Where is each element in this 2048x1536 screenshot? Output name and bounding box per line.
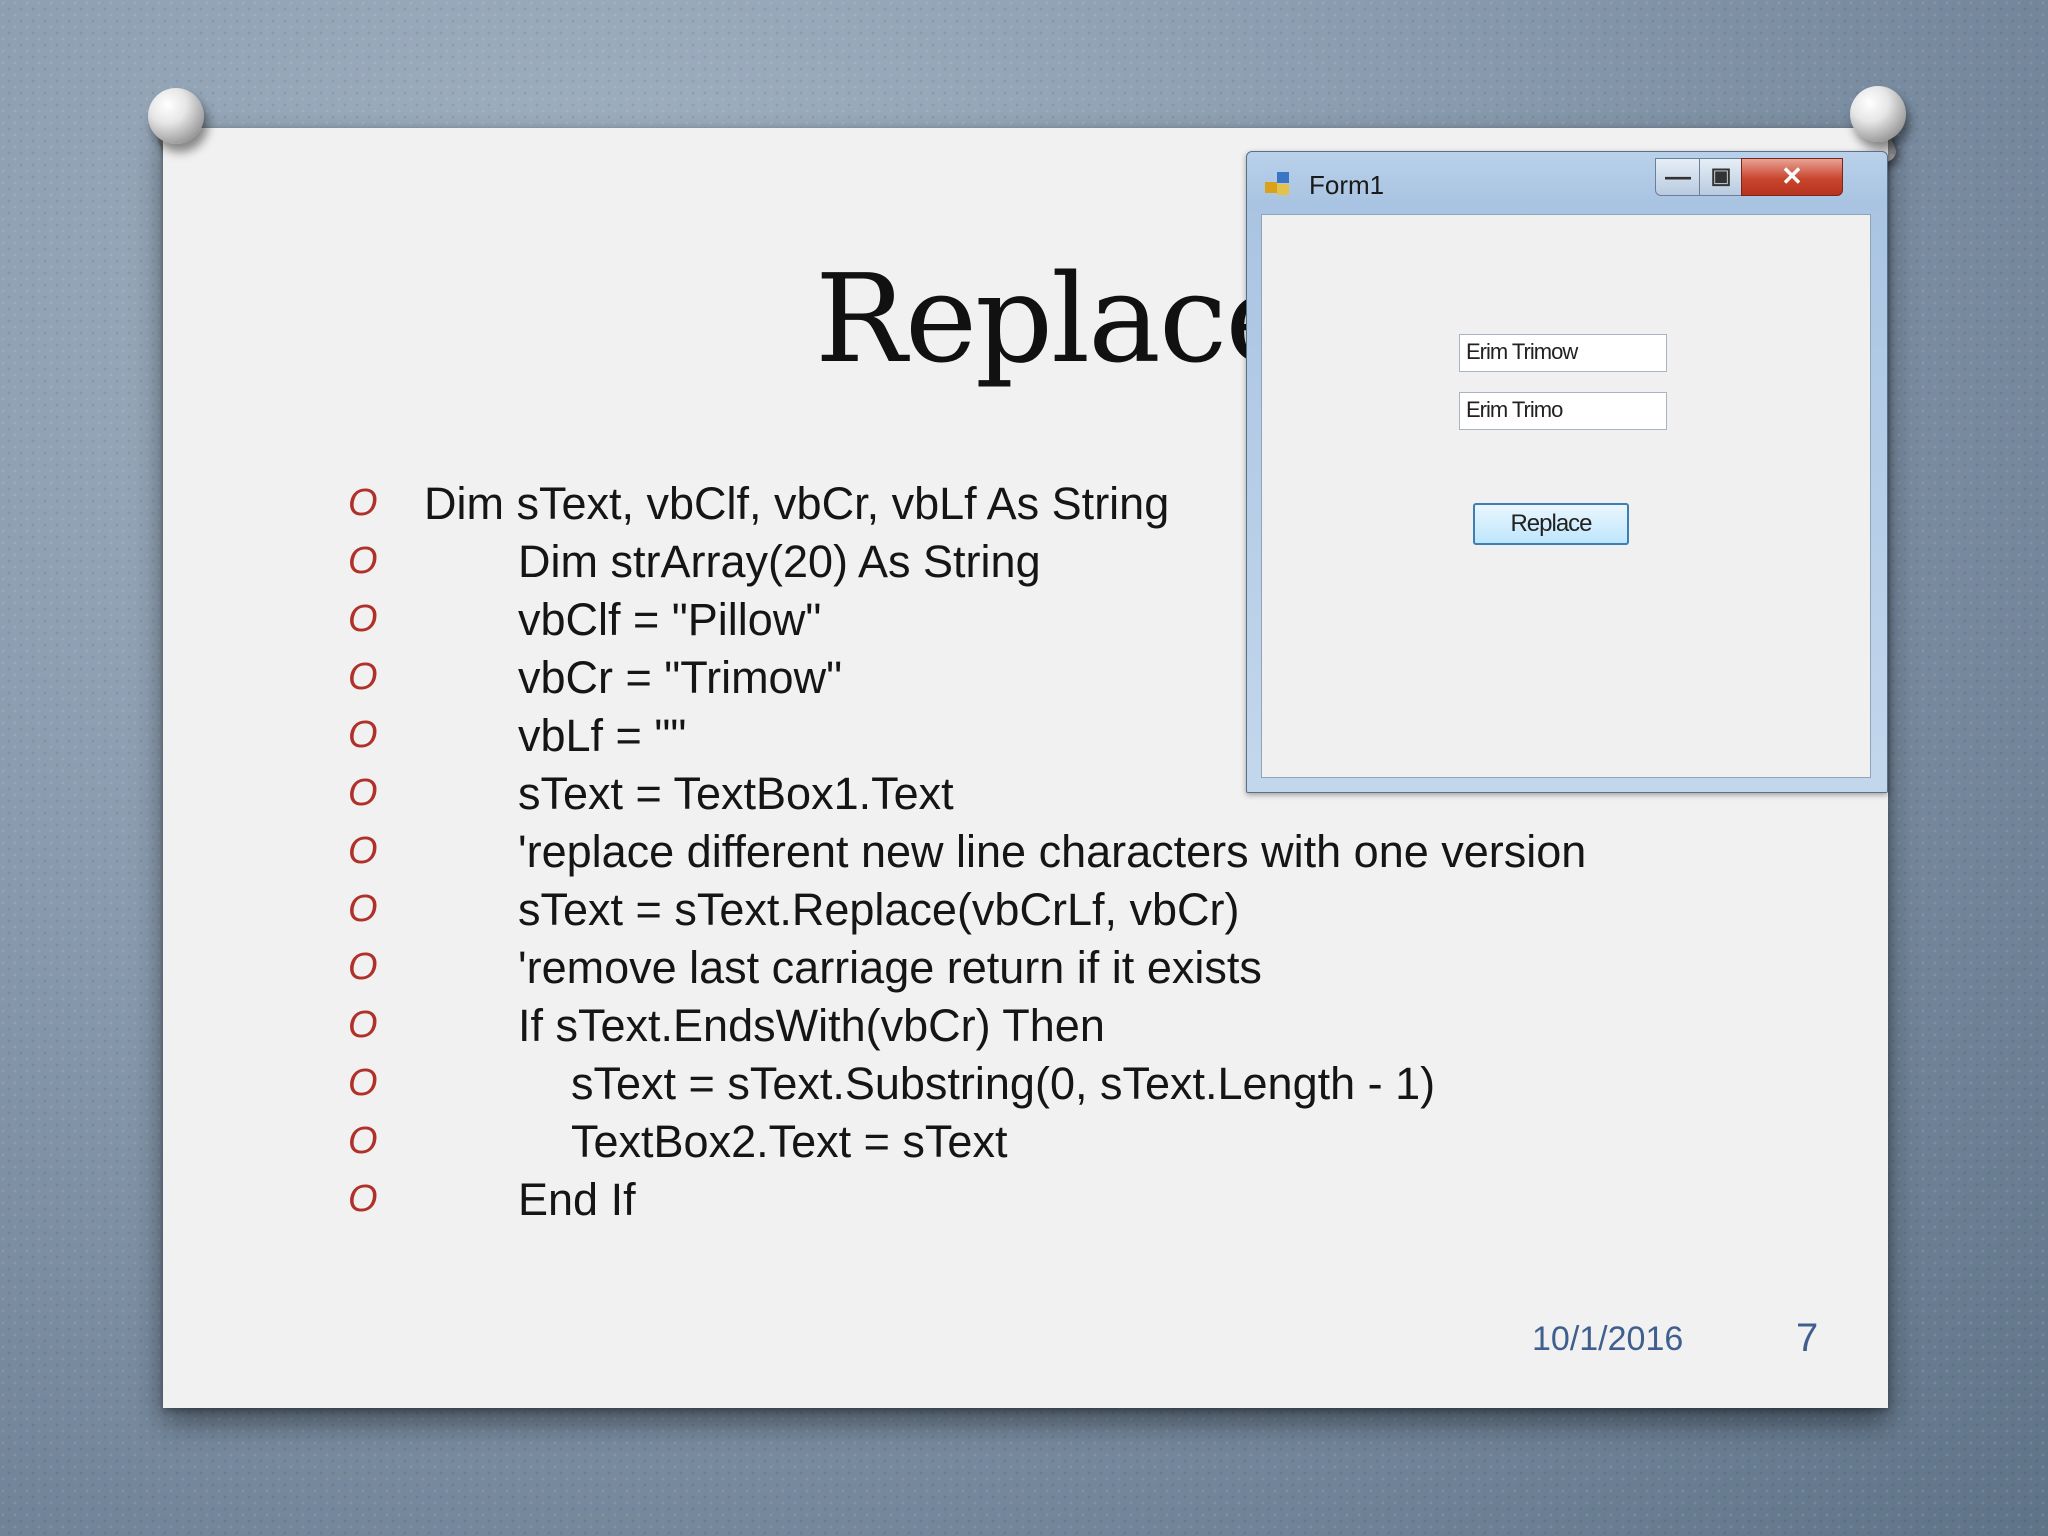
bullet-icon: O: [348, 656, 378, 698]
code-line-text: Dim strArray(20) As String: [518, 536, 1041, 587]
code-line-text: sText = sText.Replace(vbCrLf, vbCr): [518, 884, 1240, 935]
bullet-icon: O: [348, 482, 378, 524]
minimize-icon: —: [1665, 161, 1691, 191]
maximize-icon: ▣: [1710, 163, 1732, 188]
code-line-text: TextBox2.Text = sText: [571, 1116, 1008, 1167]
bullet-icon: O: [348, 830, 378, 872]
code-line-text: 'remove last carriage return if it exist…: [518, 942, 1262, 993]
slide-title: Replace: [815, 248, 1297, 390]
form-client-area: Erim Trimow Erim Trimo Replace: [1261, 214, 1871, 778]
slide-page-number: 7: [1796, 1316, 1819, 1360]
code-line-text: sText = sText.Substring(0, sText.Length …: [571, 1058, 1436, 1109]
close-button[interactable]: ✕: [1741, 158, 1843, 196]
close-icon: ✕: [1781, 161, 1803, 191]
bullet-icon: O: [348, 714, 378, 756]
replace-button[interactable]: Replace: [1473, 503, 1629, 545]
bullet-icon: O: [348, 1062, 378, 1104]
bullet-icon: O: [348, 598, 378, 640]
code-line-text: If sText.EndsWith(vbCr) Then: [518, 1000, 1105, 1051]
pushpin-left-icon: [148, 88, 204, 144]
maximize-button[interactable]: ▣: [1699, 158, 1743, 196]
bullet-icon: O: [348, 1178, 378, 1220]
bullet-icon: O: [348, 946, 378, 988]
code-line-text: vbLf = "": [518, 710, 687, 761]
slide-date: 10/1/2016: [1532, 1320, 1684, 1358]
form-app-icon: [1265, 172, 1293, 198]
textbox1-input[interactable]: Erim Trimow: [1459, 334, 1667, 372]
code-line-text: vbClf = "Pillow": [518, 594, 822, 645]
textbox2-input[interactable]: Erim Trimo: [1459, 392, 1667, 430]
code-line-text: sText = TextBox1.Text: [518, 768, 954, 819]
window-title: Form1: [1309, 170, 1385, 200]
bullet-icon: O: [348, 772, 378, 814]
code-line-text: 'replace different new line characters w…: [518, 826, 1587, 877]
bullet-icon: O: [348, 540, 378, 582]
bullet-icon: O: [348, 1120, 378, 1162]
code-line-text: Dim sText, vbClf, vbCr, vbLf As String: [424, 478, 1170, 529]
bullet-icon: O: [348, 1004, 378, 1046]
minimize-button[interactable]: —: [1655, 158, 1701, 196]
code-line-text: vbCr = "Trimow": [518, 652, 843, 703]
form1-window: Form1 — ▣ ✕ Erim Trimow Erim Trimo Repla…: [1246, 151, 1888, 793]
code-line-text: End If: [518, 1174, 636, 1225]
pushpin-right-icon: [1850, 86, 1906, 142]
bullet-icon: O: [348, 888, 378, 930]
